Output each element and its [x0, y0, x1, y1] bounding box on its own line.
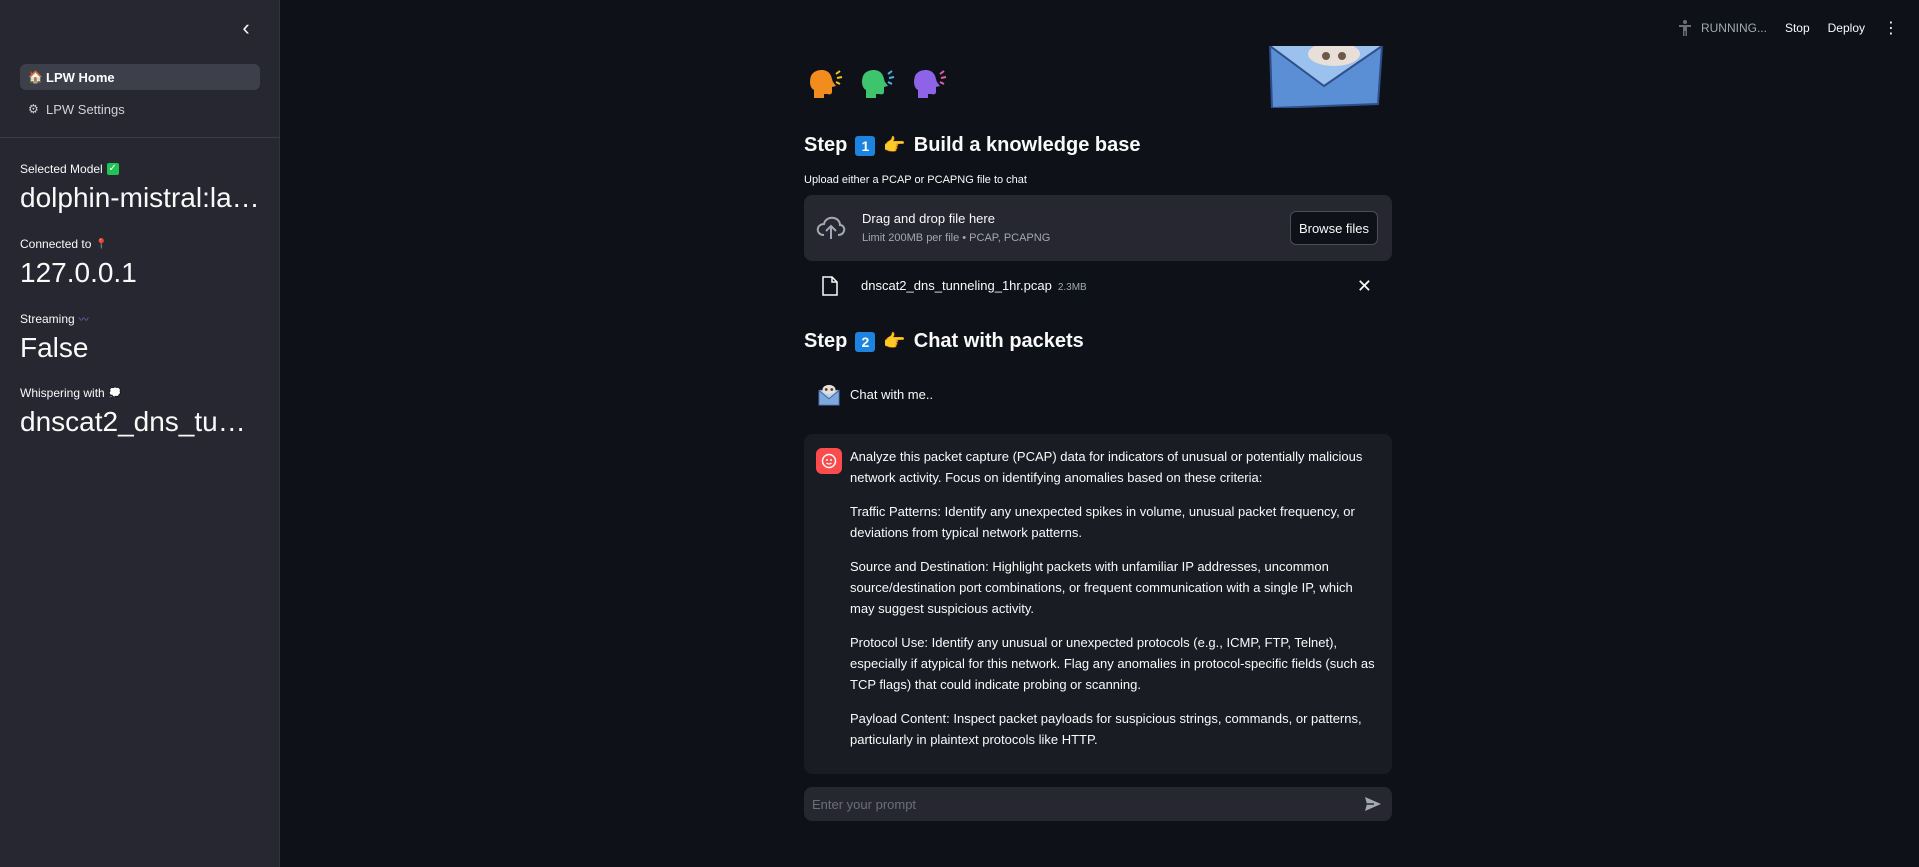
metric-label: Selected Model — [20, 162, 103, 176]
metric-selected-model: Selected Model ✓ dolphin-mistral:latest — [20, 162, 260, 214]
message-paragraph: Protocol Use: Identify any unusual or un… — [850, 635, 1375, 692]
status-text: RUNNING... — [1700, 21, 1767, 35]
sidebar: ‹ 🏠 LPW Home ⚙ LPW Settings Selected Mod… — [0, 0, 280, 867]
main-menu-icon[interactable]: ⋮ — [1883, 18, 1899, 38]
file-dropzone[interactable]: Drag and drop file here Limit 200MB per … — [804, 195, 1392, 261]
remove-file-icon[interactable]: ✕ — [1357, 276, 1372, 297]
collapse-sidebar-icon[interactable]: ‹ — [236, 15, 256, 40]
gear-icon: ⚙ — [28, 102, 39, 116]
step-word: Step — [804, 330, 848, 352]
speaking-head-green-icon — [862, 70, 895, 98]
stop-button[interactable]: Stop — [1785, 21, 1810, 35]
step-number-badge: 2 — [855, 331, 876, 352]
bot-avatar-icon — [816, 382, 842, 408]
pointing-hand-icon: 👉 — [883, 331, 906, 351]
user-avatar-icon — [816, 448, 842, 474]
upload-label: Upload either a PCAP or PCAPNG file to c… — [804, 174, 1027, 186]
uploaded-file-row: dnscat2_dns_tunneling_1hr.pcap 2.3MB ✕ — [804, 274, 1392, 300]
step-word: Step — [804, 134, 848, 156]
house-icon: 🏠 — [28, 70, 43, 84]
send-icon[interactable] — [1364, 796, 1382, 812]
sidebar-item-lpw-home[interactable]: 🏠 LPW Home — [20, 64, 260, 90]
message-paragraph: Payload Content: Inspect packet payloads… — [850, 711, 1362, 747]
check-icon: ✓ — [106, 163, 119, 175]
running-figure-icon — [1678, 20, 1691, 36]
file-size: 2.3MB — [1057, 282, 1087, 293]
header-toolbar: RUNNING... Stop Deploy ⋮ — [1677, 18, 1899, 38]
message-paragraph: Source and Destination: Highlight packet… — [850, 559, 1353, 616]
envelope-logo-icon — [1268, 46, 1384, 108]
assistant-message-text: Chat with me.. — [850, 387, 934, 402]
step2-heading: Step 2 👉 Chat with packets — [804, 330, 1084, 353]
chat-message-user: Analyze this packet capture (PCAP) data … — [804, 434, 1392, 774]
metric-whispering-with: Whispering with 💭 dnscat2_dns_tunneling_… — [20, 386, 260, 438]
sidebar-nav: 🏠 LPW Home ⚙ LPW Settings — [20, 64, 260, 128]
step1-heading: Step 1 👉 Build a knowledge base — [804, 134, 1140, 157]
metric-label: Connected to — [20, 237, 92, 251]
metric-value: dolphin-mistral:latest — [20, 182, 260, 213]
metric-label: Whispering with — [20, 386, 105, 400]
user-message-text: Analyze this packet capture (PCAP) data … — [850, 446, 1378, 763]
sidebar-item-lpw-settings[interactable]: ⚙ LPW Settings — [20, 96, 260, 122]
prompt-input[interactable] — [804, 787, 1392, 821]
cloud-upload-icon — [816, 216, 846, 239]
metric-label: Streaming — [20, 311, 75, 326]
metric-value: 127.0.0.1 — [20, 257, 137, 288]
browse-files-button[interactable]: Browse files — [1290, 211, 1378, 245]
deploy-button[interactable]: Deploy — [1828, 21, 1865, 35]
pin-icon: 📍 — [95, 238, 108, 250]
speaking-head-purple-icon — [914, 70, 947, 98]
sidebar-divider — [0, 137, 280, 138]
chat-message-assistant: Chat with me.. — [804, 380, 1392, 410]
sidebar-item-label: LPW Settings — [46, 101, 125, 117]
message-paragraph: Analyze this packet capture (PCAP) data … — [850, 449, 1363, 485]
metric-value: dnscat2_dns_tunneling_1hr.pcap — [20, 406, 260, 437]
step-title: Build a knowledge base — [913, 134, 1141, 156]
metric-connected-to: Connected to 📍 127.0.0.1 — [20, 237, 260, 289]
speech-bubble-icon: 💭 — [108, 387, 122, 399]
speaking-heads — [804, 64, 948, 104]
message-paragraph: Traffic Patterns: Identify any unexpecte… — [850, 504, 1355, 540]
metric-value: False — [20, 332, 89, 363]
file-name: dnscat2_dns_tunneling_1hr.pcap — [861, 278, 1052, 293]
dropzone-subtitle: Limit 200MB per file • PCAP, PCAPNG — [862, 232, 1051, 244]
file-icon — [822, 276, 838, 296]
metric-streaming: Streaming 〰 False — [20, 311, 260, 364]
pointing-hand-icon: 👉 — [883, 135, 906, 155]
wave-icon: 〰 — [78, 315, 89, 326]
speaking-head-orange-icon — [810, 70, 843, 98]
step-number-badge: 1 — [855, 135, 876, 156]
sidebar-item-label: LPW Home — [46, 69, 115, 85]
running-status: RUNNING... — [1677, 19, 1767, 37]
step-title: Chat with packets — [913, 330, 1084, 352]
dropzone-title: Drag and drop file here — [862, 211, 995, 226]
